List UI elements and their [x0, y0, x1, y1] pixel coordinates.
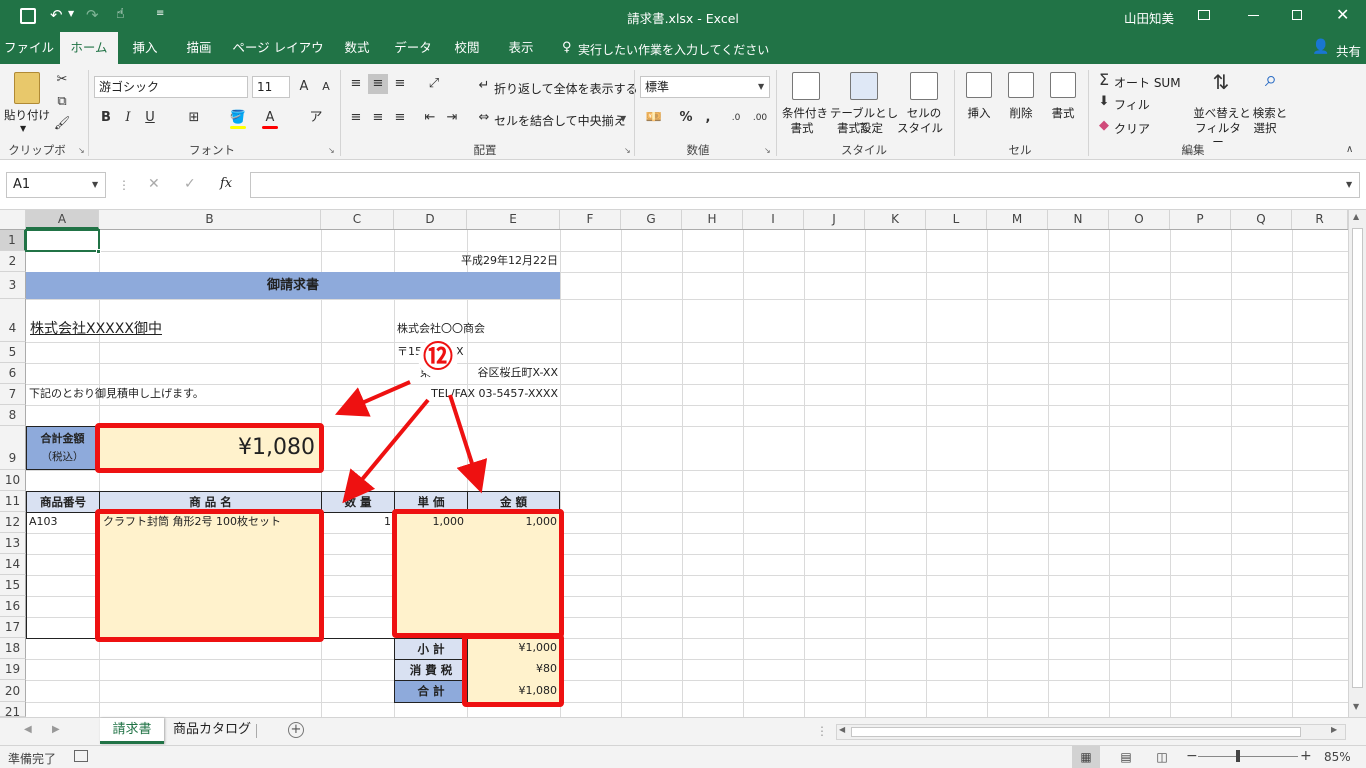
macro-record-icon[interactable]: [74, 750, 88, 762]
horizontal-scrollbar[interactable]: ◀ ▶: [836, 724, 1346, 740]
page-break-view-icon[interactable]: ◫: [1152, 746, 1172, 768]
sheet-tabs-bar: ◀ ▶ 請求書 商品カタログ + ⋮ ◀ ▶: [0, 717, 1366, 745]
annotation-arrows: [335, 380, 488, 504]
scroll-left-icon[interactable]: ◀: [839, 725, 845, 734]
status-ready: 準備完了: [8, 752, 57, 766]
normal-view-icon[interactable]: ▦: [1072, 746, 1100, 768]
next-sheet-icon[interactable]: ▶: [52, 724, 60, 735]
sheet-tab-splitter-icon[interactable]: ⋮: [816, 724, 828, 738]
arrow-to-names: [342, 398, 430, 504]
prev-sheet-icon[interactable]: ◀: [24, 724, 32, 735]
zoom-slider-track[interactable]: [1198, 756, 1298, 757]
arrow-to-amounts: [448, 394, 488, 494]
page-layout-view-icon[interactable]: ▤: [1116, 746, 1136, 768]
annotation-number-badge: ⑫: [418, 338, 458, 378]
add-sheet-icon[interactable]: +: [288, 722, 304, 738]
arrow-to-total: [335, 380, 411, 417]
zoom-slider-thumb[interactable]: [1236, 750, 1240, 762]
zoom-in-button[interactable]: +: [1300, 748, 1312, 764]
zoom-level[interactable]: 85%: [1324, 750, 1351, 764]
separator-bar: [256, 724, 257, 738]
zoom-out-button[interactable]: −: [1186, 748, 1198, 764]
scroll-down-icon[interactable]: ▼: [1353, 702, 1359, 711]
sheet-tab-catalog[interactable]: 商品カタログ: [170, 718, 254, 744]
horizontal-scroll-thumb[interactable]: [851, 727, 1301, 737]
status-bar: 準備完了 ▦ ▤ ◫ − + 85%: [0, 745, 1366, 768]
vertical-scroll-thumb[interactable]: [1352, 228, 1363, 688]
scroll-right-icon[interactable]: ▶: [1331, 725, 1337, 734]
scroll-up-icon[interactable]: ▲: [1353, 212, 1359, 221]
sheet-tab-invoice[interactable]: 請求書: [100, 718, 164, 744]
vertical-scrollbar[interactable]: ▲ ▼: [1348, 210, 1366, 717]
